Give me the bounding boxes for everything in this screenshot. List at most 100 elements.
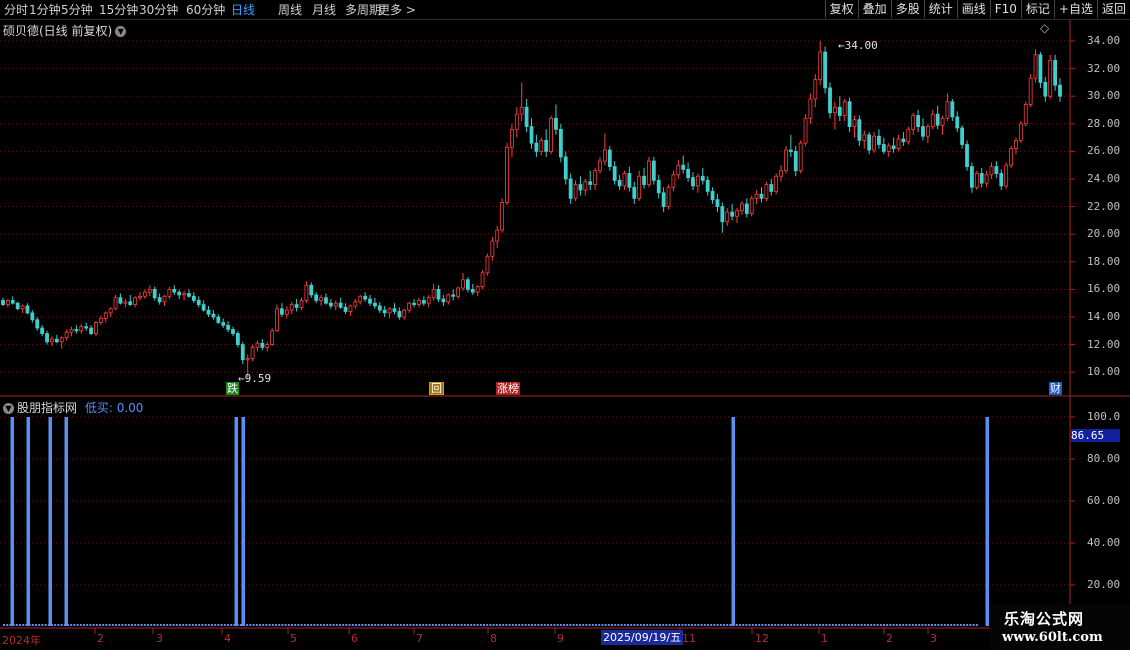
indicator-baseline-dot [383,624,386,626]
candle-body [20,305,25,310]
indicator-baseline-dot [819,624,821,626]
candle-body [823,51,828,89]
candle-body [764,184,769,199]
candle-body [299,300,304,308]
indicator-baseline-dot [825,624,828,626]
tag-return[interactable]: 回 [429,382,444,395]
main-panel-title: 硕贝德(日线 前复权) ▼ [3,22,127,39]
indicator-spike-bar [241,417,245,626]
candle-body [832,106,837,114]
time-axis-label: 2024年 [2,634,41,647]
indicator-baseline-dot [335,624,338,626]
candle-body [603,149,607,162]
indicator-baseline-dot [355,624,357,626]
indicator-baseline-dot [156,624,159,626]
indicator-baseline-dot [342,624,345,626]
candle-body [715,199,720,207]
indicator-baseline-dot [905,624,908,626]
candle-body [676,164,681,176]
candle-body [710,191,715,201]
tag-finance[interactable]: 财 [1049,382,1062,395]
indicator-baseline-dot [732,624,735,626]
indicator-baseline-dot [723,624,725,626]
candle-body [123,301,128,304]
candle-body [187,293,191,297]
indicator-baseline-dot [499,624,501,626]
candle-body [348,305,353,312]
indicator-baseline-dot [425,624,428,626]
candle-body [651,160,656,181]
time-axis-label: 1 [821,632,828,645]
indicator-name[interactable]: 股朋指标网 [17,401,77,415]
indicator-baseline-dot [579,624,581,626]
candle-body [328,302,333,307]
candle-body [15,302,20,310]
candle-body [544,139,549,152]
candle-body [549,117,553,152]
candle-body [240,344,245,361]
candle-body [793,150,798,172]
candle-body [392,308,397,312]
candle-body [280,308,284,315]
candle-body [1028,77,1033,105]
candle-body [480,272,485,288]
diamond-icon[interactable]: ◇ [1040,21,1049,35]
indicator-baseline-dot [332,624,335,626]
indicator-baseline-dot [175,624,178,626]
watermark-url: www.60lt.com [1002,630,1103,645]
candle-body [524,106,529,127]
indicator-baseline-dot [278,624,281,626]
indicator-baseline-dot [908,624,911,626]
indicator-baseline-dot [86,624,89,626]
candle-body [945,101,950,119]
indicator-baseline-dot [809,624,812,626]
indicator-baseline-dot [310,624,313,626]
indicator-baseline-dot [662,624,665,626]
indicator-baseline-dot [521,624,524,626]
indicator-baseline-dot [652,624,655,626]
indicator-baseline-dot [620,624,623,626]
indicator-baseline-dot [377,624,380,626]
indicator-baseline-dot [172,624,175,626]
indicator-baseline-dot [540,624,543,626]
candle-body [886,145,891,152]
indicator-spike-bar [64,417,68,626]
indicator-baseline-dot [303,624,306,626]
indicator-baseline-dot [169,624,172,626]
indicator-baseline-dot [476,624,479,626]
candle-body [10,300,15,304]
candle-body [35,319,40,329]
stock-chart[interactable] [0,0,1130,650]
chevron-down-icon[interactable]: ▼ [3,403,14,414]
indicator-baseline-dot [134,624,137,626]
indicator-baseline-dot [892,624,895,626]
indicator-baseline-dot [44,624,47,626]
indicator-baseline-dot [748,624,751,626]
indicator-baseline-dot [719,624,722,626]
candle-body [505,146,509,203]
indicator-baseline-dot [931,624,933,626]
indicator-baseline-dot [937,624,940,626]
indicator-baseline-dot [710,624,713,626]
indicator-baseline-dot [940,624,943,626]
indicator-baseline-dot [454,624,457,626]
candle-body [510,128,514,148]
indicator-baseline-dot [124,624,127,626]
candle-body [754,193,759,199]
candle-body [270,330,275,345]
tag-top-list[interactable]: 涨榜 [496,382,520,395]
price-axis-tick: 18.00 [1087,254,1121,268]
indicator-baseline-dot [780,624,783,626]
candle-body [167,288,172,297]
indicator-baseline-dot [179,624,181,626]
indicator-baseline-dot [403,624,405,626]
candle-body [353,301,358,307]
chevron-down-icon[interactable]: ▼ [115,26,127,37]
candle-body [779,170,783,177]
candle-body [284,309,289,315]
indicator-baseline-dot [812,624,815,626]
indicator-baseline-dot [543,624,546,626]
candle-body [808,98,813,119]
time-axis-label: 8 [490,632,497,645]
indicator-baseline-dot [575,624,578,626]
